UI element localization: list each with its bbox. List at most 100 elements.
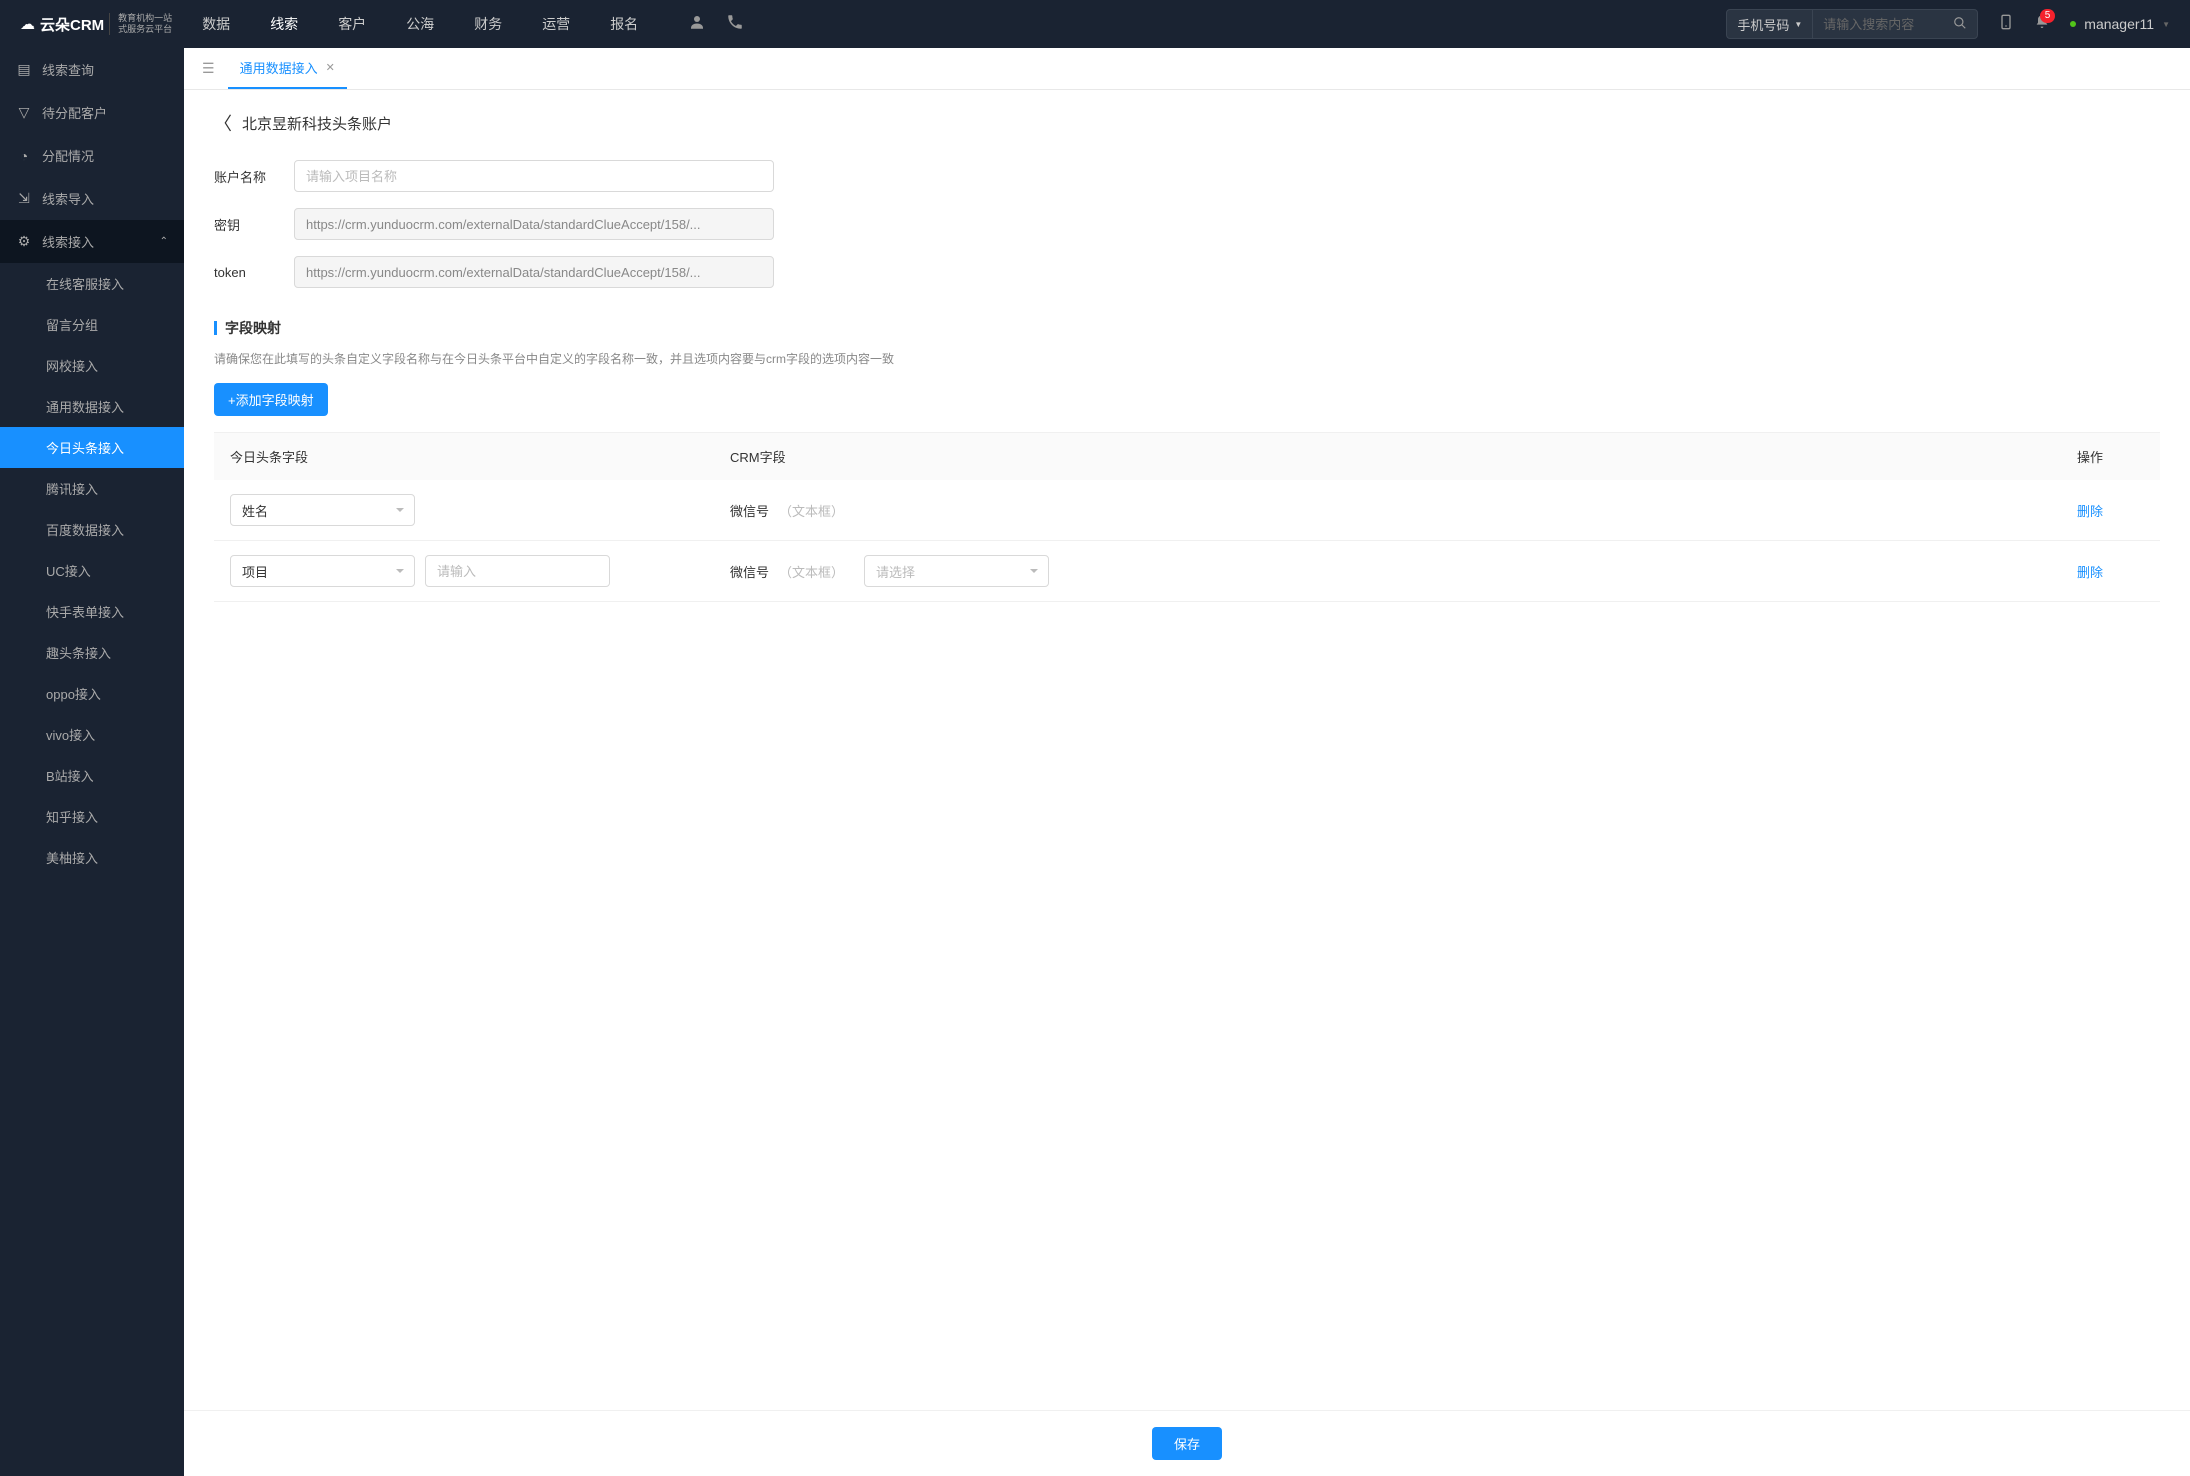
user-icon[interactable] xyxy=(688,13,706,36)
crm-field-label: 微信号 xyxy=(730,562,769,581)
sidebar-icon: ⚙ xyxy=(16,233,32,250)
logo[interactable]: ☁ 云朵CRM 教育机构一站 式服务云平台 xyxy=(20,13,172,35)
sidebar-label: 线索接入 xyxy=(42,232,94,251)
tab-close-icon[interactable]: ✕ xyxy=(326,61,335,74)
logo-text: 云朵CRM xyxy=(40,14,104,35)
nav-item[interactable]: 客户 xyxy=(338,14,366,34)
sidebar-label: 线索查询 xyxy=(42,60,94,79)
header-right: 手机号码 ▼ 5 manager11 ▼ xyxy=(1726,9,2170,39)
tabs: ☰ 通用数据接入 ✕ xyxy=(184,48,2190,90)
form-row-account: 账户名称 xyxy=(214,160,2160,192)
delete-link[interactable]: 删除 xyxy=(2077,501,2103,520)
add-mapping-button[interactable]: +添加字段映射 xyxy=(214,383,328,416)
sidebar-item[interactable]: ▽待分配客户 xyxy=(0,91,184,134)
sidebar-subitem[interactable]: 百度数据接入 xyxy=(0,509,184,550)
sidebar-subitem[interactable]: UC接入 xyxy=(0,550,184,591)
sidebar-item[interactable]: ⇲ 线索导入 xyxy=(0,177,184,220)
th-toutiao: 今日头条字段 xyxy=(214,433,714,480)
nav-icons xyxy=(688,13,744,36)
collapse-icon[interactable]: ☰ xyxy=(194,60,223,77)
crm-field-hint: （文本框） xyxy=(779,562,844,581)
nav-item[interactable]: 公海 xyxy=(406,14,434,34)
tab-general-data[interactable]: 通用数据接入 ✕ xyxy=(228,48,347,89)
sidebar-item[interactable]: ▤ 线索查询 xyxy=(0,48,184,91)
sidebar-label: 分配情况 xyxy=(42,146,94,165)
form-row-secret: 密钥 xyxy=(214,208,2160,240)
breadcrumb: 〈 北京昱新科技头条账户 xyxy=(214,110,2160,136)
sidebar-subitem[interactable]: 今日头条接入 xyxy=(0,427,184,468)
username: manager11 xyxy=(2084,16,2154,32)
sidebar: ▤ 线索查询 ▽待分配客户 ◔ 分配情况 ⇲ 线索导入 ⚙ 线索接入 ⌃ 在线客服接入留言分组网校接… xyxy=(0,48,184,1476)
chevron-up-icon: ⌃ xyxy=(160,236,168,247)
sidebar-icon: ⇲ xyxy=(16,190,32,207)
section-title: 字段映射 xyxy=(214,318,2160,338)
crm-field-label: 微信号 xyxy=(730,501,769,520)
table-row: 姓名 微信号 （文本框） 删除 xyxy=(214,480,2160,541)
status-dot xyxy=(2070,21,2076,27)
mobile-icon[interactable] xyxy=(1998,14,2014,35)
crm-field-hint: （文本框） xyxy=(779,501,844,520)
toutiao-field-select[interactable]: 姓名 xyxy=(230,494,415,526)
sidebar-subitem[interactable]: 留言分组 xyxy=(0,304,184,345)
delete-link[interactable]: 删除 xyxy=(2077,562,2103,581)
user-menu[interactable]: manager11 ▼ xyxy=(2070,16,2170,32)
th-action: 操作 xyxy=(2020,433,2160,480)
th-crm: CRM字段 xyxy=(714,433,2020,480)
secret-input[interactable] xyxy=(294,208,774,240)
table-row: 项目 微信号 （文本框） 请选择 删除 xyxy=(214,541,2160,602)
crm-field-select[interactable]: 请选择 xyxy=(864,555,1049,587)
nav-item[interactable]: 线索 xyxy=(270,14,298,34)
field-mapping-table: 今日头条字段 CRM字段 操作 姓名 微信号 （文本框） 删 xyxy=(214,432,2160,602)
account-input[interactable] xyxy=(294,160,774,192)
phone-icon[interactable] xyxy=(726,13,744,36)
toutiao-field-select[interactable]: 项目 xyxy=(230,555,415,587)
notification-badge: 5 xyxy=(2040,9,2056,23)
secret-label: 密钥 xyxy=(214,215,294,234)
sidebar-subitem[interactable]: 美柚接入 xyxy=(0,837,184,878)
content: 〈 北京昱新科技头条账户 账户名称 密钥 token 字段映射 请确保您在此填写… xyxy=(184,90,2190,1410)
sidebar-subitem[interactable]: 在线客服接入 xyxy=(0,263,184,304)
bell-icon[interactable]: 5 xyxy=(2034,14,2050,35)
nav-item[interactable]: 财务 xyxy=(474,14,502,34)
page-title: 北京昱新科技头条账户 xyxy=(242,113,392,134)
sidebar-subitem[interactable]: 知乎接入 xyxy=(0,796,184,837)
search-box: 手机号码 ▼ xyxy=(1726,9,1978,39)
chevron-down-icon: ▼ xyxy=(2162,20,2170,29)
token-label: token xyxy=(214,265,294,280)
search-button[interactable] xyxy=(1943,16,1977,33)
sidebar-icon: ▽ xyxy=(16,104,32,121)
footer: 保存 xyxy=(184,1410,2190,1476)
nav: 数据 线索 客户 公海 财务 运营 报名 xyxy=(202,14,638,34)
sidebar-subitem[interactable]: vivo接入 xyxy=(0,714,184,755)
main: ☰ 通用数据接入 ✕ 〈 北京昱新科技头条账户 账户名称 密钥 token xyxy=(184,48,2190,1476)
toutiao-field-input[interactable] xyxy=(425,555,610,587)
sidebar-icon: ◔ xyxy=(16,148,32,164)
form-row-token: token xyxy=(214,256,2160,288)
sidebar-label: 线索导入 xyxy=(42,189,94,208)
search-type-select[interactable]: 手机号码 ▼ xyxy=(1727,10,1813,38)
sidebar-icon: ▤ xyxy=(16,61,32,78)
table-header: 今日头条字段 CRM字段 操作 xyxy=(214,433,2160,480)
logo-subtitle: 教育机构一站 式服务云平台 xyxy=(109,13,172,35)
account-label: 账户名称 xyxy=(214,167,294,186)
sidebar-item[interactable]: ◔ 分配情况 xyxy=(0,134,184,177)
back-icon[interactable]: 〈 xyxy=(214,110,232,136)
nav-item[interactable]: 数据 xyxy=(202,14,230,34)
sidebar-subitem[interactable]: 快手表单接入 xyxy=(0,591,184,632)
save-button[interactable]: 保存 xyxy=(1152,1427,1222,1460)
nav-item[interactable]: 运营 xyxy=(542,14,570,34)
sidebar-subitem[interactable]: 网校接入 xyxy=(0,345,184,386)
tab-label: 通用数据接入 xyxy=(240,58,318,77)
sidebar-subitem[interactable]: 趣头条接入 xyxy=(0,632,184,673)
sidebar-subitem[interactable]: 通用数据接入 xyxy=(0,386,184,427)
nav-item[interactable]: 报名 xyxy=(610,14,638,34)
sidebar-subitem[interactable]: B站接入 xyxy=(0,755,184,796)
section-description: 请确保您在此填写的头条自定义字段名称与在今日头条平台中自定义的字段名称一致，并且… xyxy=(214,350,2160,367)
sidebar-subitem[interactable]: oppo接入 xyxy=(0,673,184,714)
sidebar-subitem[interactable]: 腾讯接入 xyxy=(0,468,184,509)
sidebar-item[interactable]: ⚙ 线索接入 ⌃ xyxy=(0,220,184,263)
search-input[interactable] xyxy=(1813,17,1943,32)
header: ☁ 云朵CRM 教育机构一站 式服务云平台 数据 线索 客户 公海 财务 运营 报名 手机号… xyxy=(0,0,2190,48)
token-input[interactable] xyxy=(294,256,774,288)
header-left: ☁ 云朵CRM 教育机构一站 式服务云平台 数据 线索 客户 公海 财务 运营 报名 xyxy=(20,13,744,36)
